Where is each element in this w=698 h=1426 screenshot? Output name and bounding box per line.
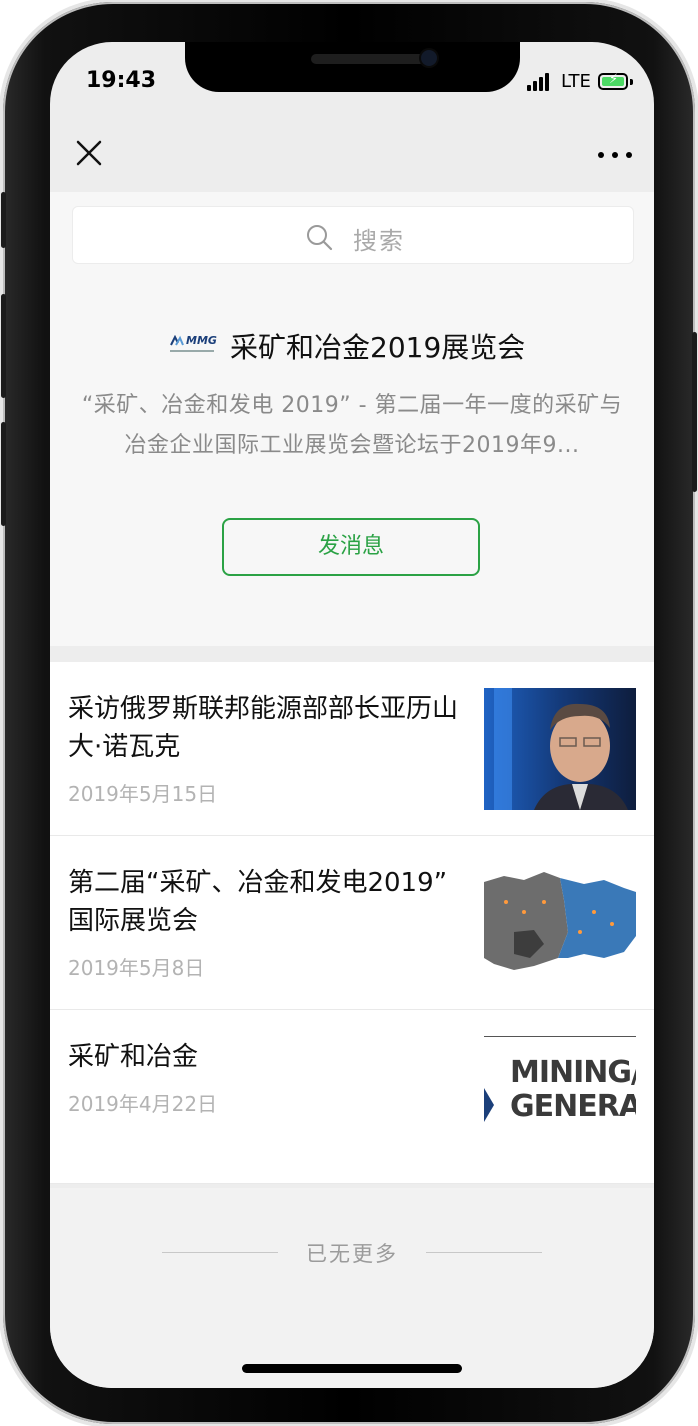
status-time: 19:43 bbox=[86, 68, 157, 93]
article-item[interactable]: 采访俄罗斯联邦能源部部长亚历山大·诺瓦克 2019年5月15日 bbox=[50, 662, 654, 836]
thumb-title-line2: GENERATI bbox=[510, 1089, 636, 1124]
article-date: 2019年4月22日 bbox=[68, 1092, 218, 1116]
front-camera bbox=[421, 50, 437, 66]
search-placeholder: 搜索 bbox=[353, 227, 405, 255]
screen: 19:43 LTE ⚡ 搜索 MMG 采矿和冶金2019展览会 “采矿、冶金和发… bbox=[50, 42, 654, 1388]
more-button[interactable] bbox=[596, 142, 634, 166]
article-thumbnail: MINING/M GENERATI bbox=[484, 1036, 636, 1158]
battery-cap bbox=[630, 79, 633, 85]
mute-switch bbox=[1, 192, 6, 248]
signal-bars-icon bbox=[527, 73, 553, 91]
logo-chevron bbox=[484, 1088, 494, 1122]
logo-text: MMG bbox=[186, 334, 217, 347]
article-date: 2019年5月8日 bbox=[68, 956, 205, 980]
article-title: 第二届“采矿、冶金和发电2019” 国际展览会 bbox=[68, 868, 448, 936]
article-title: 采访俄罗斯联邦能源部部长亚历山大·诺瓦克 bbox=[68, 694, 459, 762]
thumb-title-line1: MINING/M bbox=[510, 1055, 636, 1090]
divider-right bbox=[426, 1252, 542, 1253]
search-area: 搜索 bbox=[50, 192, 654, 278]
search-icon bbox=[307, 225, 333, 251]
volume-up-button bbox=[1, 294, 6, 398]
battery-charging-icon: ⚡ bbox=[598, 72, 628, 90]
volume-down-button bbox=[1, 422, 6, 526]
article-thumbnail bbox=[484, 862, 636, 984]
article-item[interactable]: 第二届“采矿、冶金和发电2019” 国际展览会 2019年5月8日 bbox=[50, 836, 654, 1010]
send-message-button[interactable]: 发消息 bbox=[222, 518, 480, 576]
notch bbox=[185, 42, 520, 92]
list-footer: 已无更多 bbox=[50, 1188, 654, 1388]
logo-mark-icon bbox=[170, 335, 184, 346]
close-button[interactable] bbox=[74, 138, 104, 168]
close-icon bbox=[76, 140, 102, 166]
profile-card: MMG 采矿和冶金2019展览会 “采矿、冶金和发电 2019” - 第二届一年… bbox=[50, 278, 654, 646]
article-item[interactable]: 采矿和冶金 2019年4月22日 MINING/M GENERATI bbox=[50, 1010, 654, 1184]
home-indicator[interactable] bbox=[242, 1364, 462, 1373]
more-dots-icon bbox=[598, 152, 604, 158]
account-name: 采矿和冶金2019展览会 bbox=[230, 331, 526, 364]
network-label: LTE bbox=[561, 71, 591, 92]
power-button bbox=[692, 332, 697, 492]
phone-frame: 19:43 LTE ⚡ 搜索 MMG 采矿和冶金2019展览会 “采矿、冶金和发… bbox=[1, 2, 697, 1424]
speaker bbox=[311, 54, 425, 64]
article-date: 2019年5月15日 bbox=[68, 782, 218, 806]
article-title: 采矿和冶金 bbox=[68, 1042, 199, 1072]
article-list: 采访俄罗斯联邦能源部部长亚历山大·诺瓦克 2019年5月15日 第二届“采矿、冶… bbox=[50, 662, 654, 1184]
account-logo: MMG bbox=[170, 334, 217, 356]
account-description: “采矿、冶金和发电 2019” - 第二届一年一度的采矿与冶金企业国际工业展览会… bbox=[81, 393, 623, 458]
no-more-label: 已无更多 bbox=[306, 1242, 398, 1266]
search-input[interactable]: 搜索 bbox=[72, 206, 634, 264]
article-thumbnail bbox=[484, 688, 636, 810]
